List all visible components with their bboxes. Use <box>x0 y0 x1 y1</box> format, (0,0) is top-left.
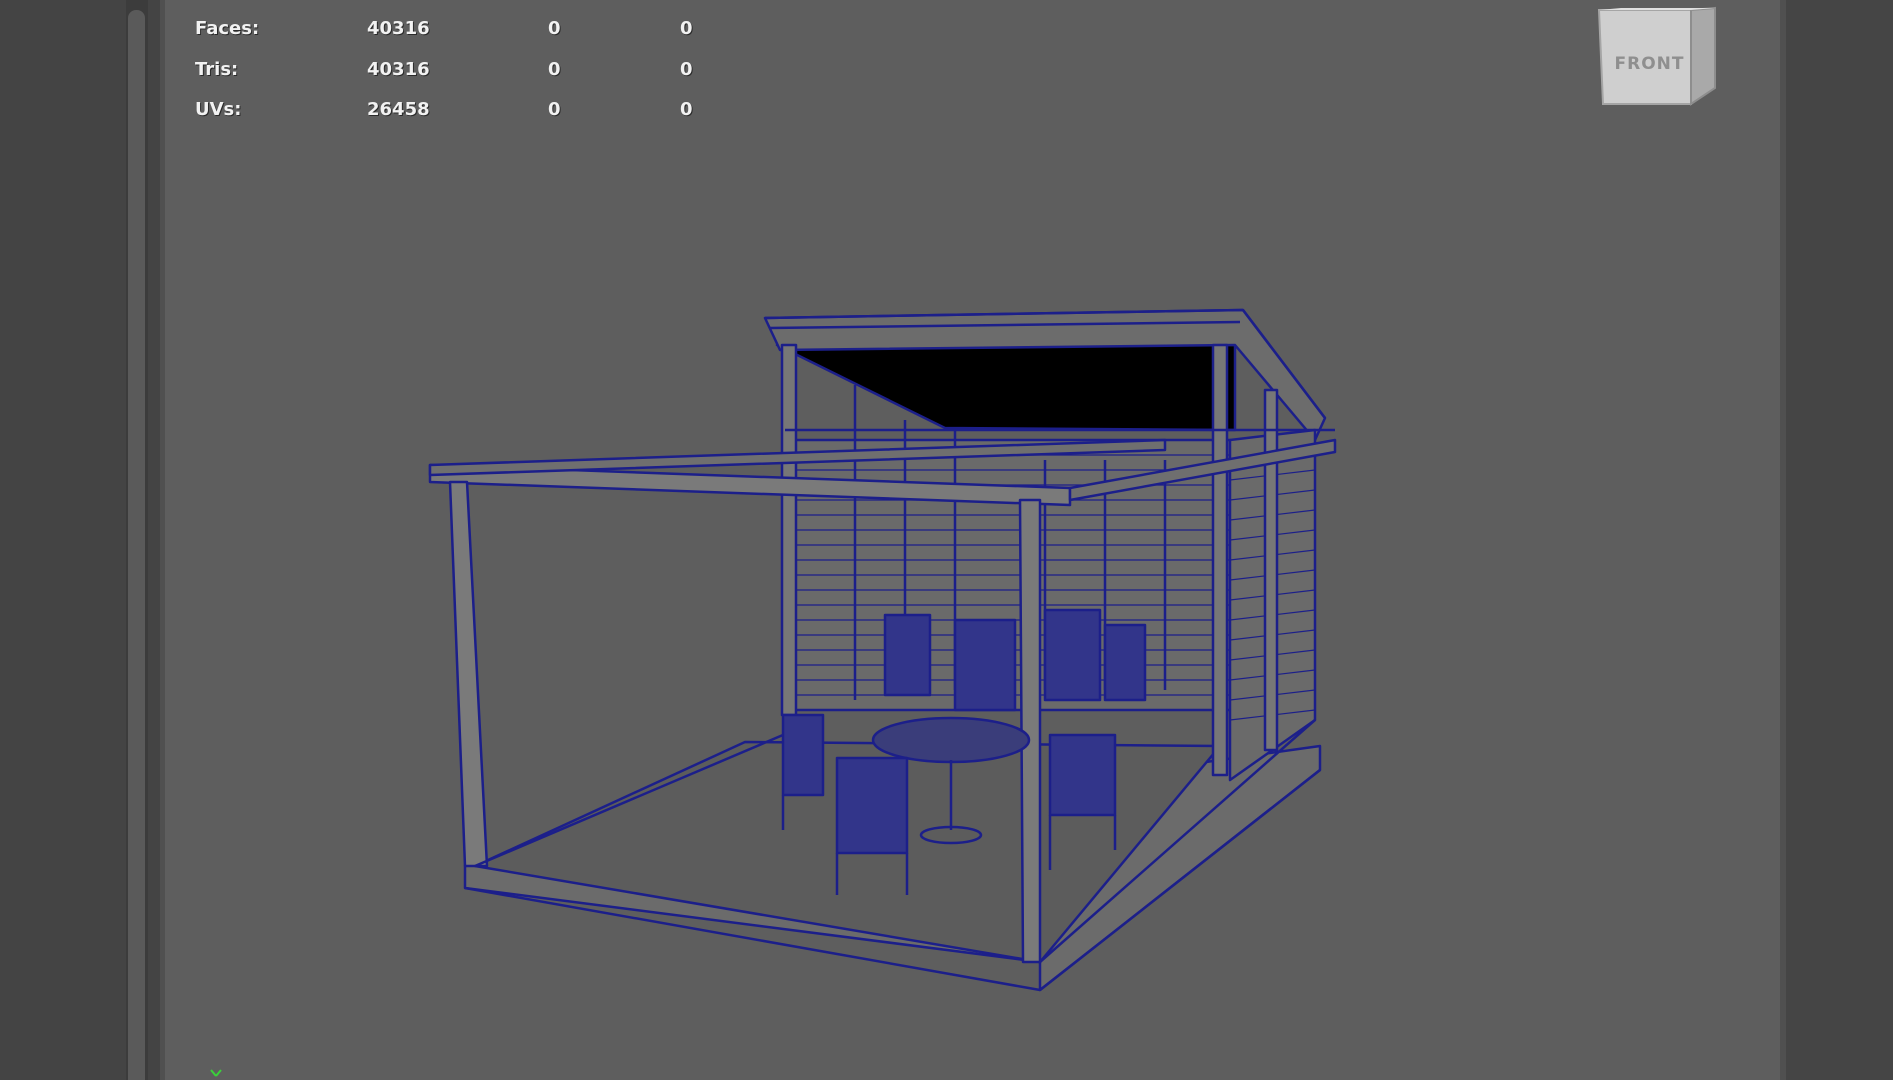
post-back-left <box>780 343 798 717</box>
hud-value: 0 <box>548 18 561 39</box>
post-front-left <box>448 480 489 868</box>
viewcube-label[interactable]: FRONT <box>1597 54 1702 74</box>
post-back-mid <box>1211 343 1229 777</box>
hud-value: 0 <box>548 58 561 80</box>
chair-back-2 <box>953 618 1017 712</box>
hud-value: 40316 <box>367 18 430 39</box>
hud-value: 0 <box>548 99 561 120</box>
chair-back-4 <box>1103 623 1147 702</box>
hud-value: 40316 <box>367 58 430 80</box>
chair-back-3 <box>1043 608 1102 702</box>
post-back-right <box>1263 388 1279 752</box>
roof-underside <box>775 338 1237 432</box>
axis-gizmo-icon <box>209 1068 223 1080</box>
hud-value: 26458 <box>367 99 430 120</box>
chair-back-1 <box>883 613 932 697</box>
maya-viewport-window: Faces: 40316 0 0 Tris: 40316 0 0 UVs: 26… <box>0 0 1893 1080</box>
hud-label: UVs: <box>195 99 242 120</box>
hud-value: 0 <box>680 99 693 120</box>
viewcube-icon[interactable]: FRONT <box>1597 6 1727 114</box>
table-top <box>871 716 1031 764</box>
right-panel <box>1786 0 1893 1080</box>
left-panel <box>0 0 126 1080</box>
hud-value: 0 <box>680 58 693 80</box>
hud-value: 0 <box>680 18 693 39</box>
wireframe-model[interactable] <box>165 0 1780 1080</box>
hud-label: Faces: <box>195 18 260 39</box>
scrollbar-thumb[interactable] <box>128 10 145 1080</box>
3d-viewport[interactable]: Faces: 40316 0 0 Tris: 40316 0 0 UVs: 26… <box>165 0 1780 1080</box>
hud-label: Tris: <box>195 58 239 80</box>
